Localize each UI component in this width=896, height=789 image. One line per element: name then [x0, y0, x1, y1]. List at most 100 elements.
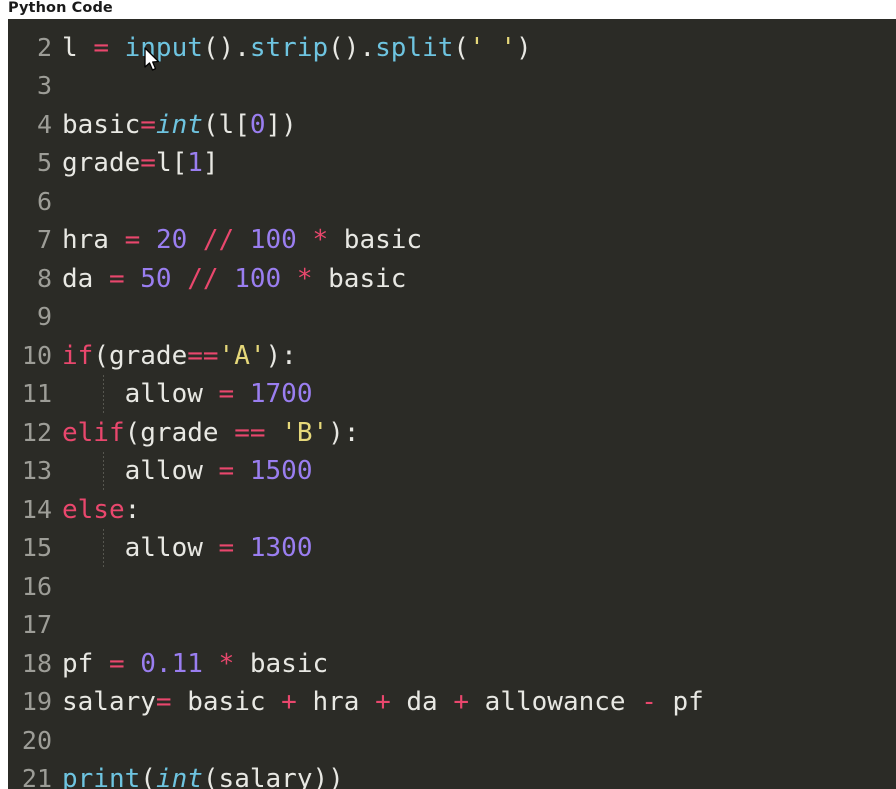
code-token: * [218, 648, 235, 679]
code-editor[interactable]: 12l = input().strip().split(' ') 3 4basic=… [8, 19, 896, 789]
code-token: basic [234, 648, 329, 679]
code-token: + [281, 687, 297, 717]
code-line[interactable]: 4 basic=int(l[0]) [8, 106, 896, 145]
code-token: da [62, 263, 109, 294]
line-number: 13 [21, 456, 52, 485]
line-content: if(grade=='A'): [62, 337, 297, 376]
line-number: 6 [36, 186, 52, 216]
code-token: pf [62, 648, 109, 679]
code-token: split [375, 32, 454, 63]
code-token: 0 [249, 109, 266, 140]
line-number: 3 [36, 71, 52, 100]
code-token: : [124, 494, 141, 525]
code-line[interactable]: 11 allow = 1700 [8, 375, 896, 414]
code-token: hra [62, 225, 125, 255]
code-line[interactable]: 6 [8, 183, 896, 222]
line-content: allow = 1500 [62, 452, 313, 491]
code-token: allowance [469, 687, 642, 717]
code-line[interactable]: 12 elif(grade == 'B'): [8, 414, 896, 453]
code-line[interactable]: 15 allow = 1300 [8, 529, 896, 568]
code-line[interactable]: 16 [8, 568, 896, 607]
code-token: = [108, 263, 125, 294]
code-token: l[ [155, 148, 188, 178]
line-content: grade=l[1] [62, 144, 219, 183]
code-token: 1700 [249, 379, 313, 409]
indent-guide [103, 529, 104, 568]
code-token: 50 [140, 263, 172, 294]
line-number: 21 [21, 764, 52, 789]
code-token: input [124, 32, 203, 63]
python-code-panel: Python Code 12l = input().strip().split(… [0, 0, 896, 789]
line-number: 11 [21, 379, 52, 408]
code-line[interactable]: 5 grade=l[1] [8, 144, 896, 183]
code-token: == [234, 417, 266, 448]
code-token: int [155, 109, 203, 140]
code-token: (salary)) [202, 764, 344, 789]
line-content: elif(grade == 'B'): [62, 414, 359, 453]
line-number: 7 [36, 225, 52, 254]
code-token: = [140, 148, 156, 178]
line-content: hra = 20 // 100 * basic [62, 221, 422, 260]
code-token: // [202, 225, 235, 255]
code-line[interactable]: 7 hra = 20 // 100 * basic [8, 221, 896, 260]
page-title: Python Code [8, 0, 113, 16]
code-token: 100 [234, 263, 282, 294]
code-token: 100 [249, 225, 297, 255]
code-token: = [218, 456, 235, 486]
code-line[interactable]: 21 print(int(salary)) [8, 760, 896, 789]
code-line[interactable]: 19 salary= basic + hra + da + allowance -… [8, 683, 896, 722]
line-number: 1 [8, 19, 62, 29]
line-number: 14 [21, 494, 52, 524]
code-token: ): [265, 340, 297, 371]
code-token: 0.11 [140, 648, 203, 679]
code-line[interactable]: 18 pf = 0.11 * basic [8, 645, 896, 684]
code-line[interactable]: 14 else: [8, 491, 896, 530]
code-token: if [62, 340, 94, 371]
code-line[interactable]: 8 da = 50 // 100 * basic [8, 260, 896, 299]
line-number: 9 [36, 302, 52, 331]
line-number: 20 [21, 725, 52, 755]
indent-guide [103, 375, 104, 414]
line-number: 8 [36, 263, 52, 293]
code-token: = [218, 379, 235, 409]
code-token: else [62, 494, 125, 525]
code-token: * [296, 263, 313, 294]
indent-guide [103, 452, 104, 491]
code-line[interactable]: 2l = input().strip().split(' ') [8, 29, 896, 68]
code-token: print [62, 764, 141, 789]
code-token: 1300 [249, 533, 313, 563]
line-content: basic=int(l[0]) [62, 106, 297, 145]
code-token: = [124, 225, 141, 255]
line-number: 10 [21, 340, 52, 370]
code-line[interactable]: 13 allow = 1500 [8, 452, 896, 491]
line-content: l = input().strip().split(' ') [62, 29, 532, 68]
code-line[interactable]: 1 [8, 19, 896, 29]
code-line[interactable]: 20 [8, 722, 896, 761]
code-token: 'A' [218, 340, 266, 371]
code-token: = [93, 32, 109, 63]
line-number: 17 [21, 610, 52, 639]
code-token: pf [656, 687, 704, 717]
code-token: ]) [265, 109, 297, 140]
code-line[interactable]: 17 [8, 606, 896, 645]
code-token: basic [328, 225, 423, 255]
code-token: allow [62, 379, 219, 409]
line-number: 15 [21, 533, 52, 562]
code-line[interactable]: 9 [8, 298, 896, 337]
code-line[interactable]: 10 if(grade=='A'): [8, 337, 896, 376]
line-content: salary= basic + hra + da + allowance - p… [62, 683, 704, 722]
code-token: grade [62, 148, 141, 178]
code-token: 20 [155, 225, 188, 255]
code-line[interactable]: 3 [8, 67, 896, 106]
code-token: * [312, 225, 329, 255]
code-token: strip [249, 32, 329, 63]
line-content: da = 50 // 100 * basic [62, 260, 406, 299]
